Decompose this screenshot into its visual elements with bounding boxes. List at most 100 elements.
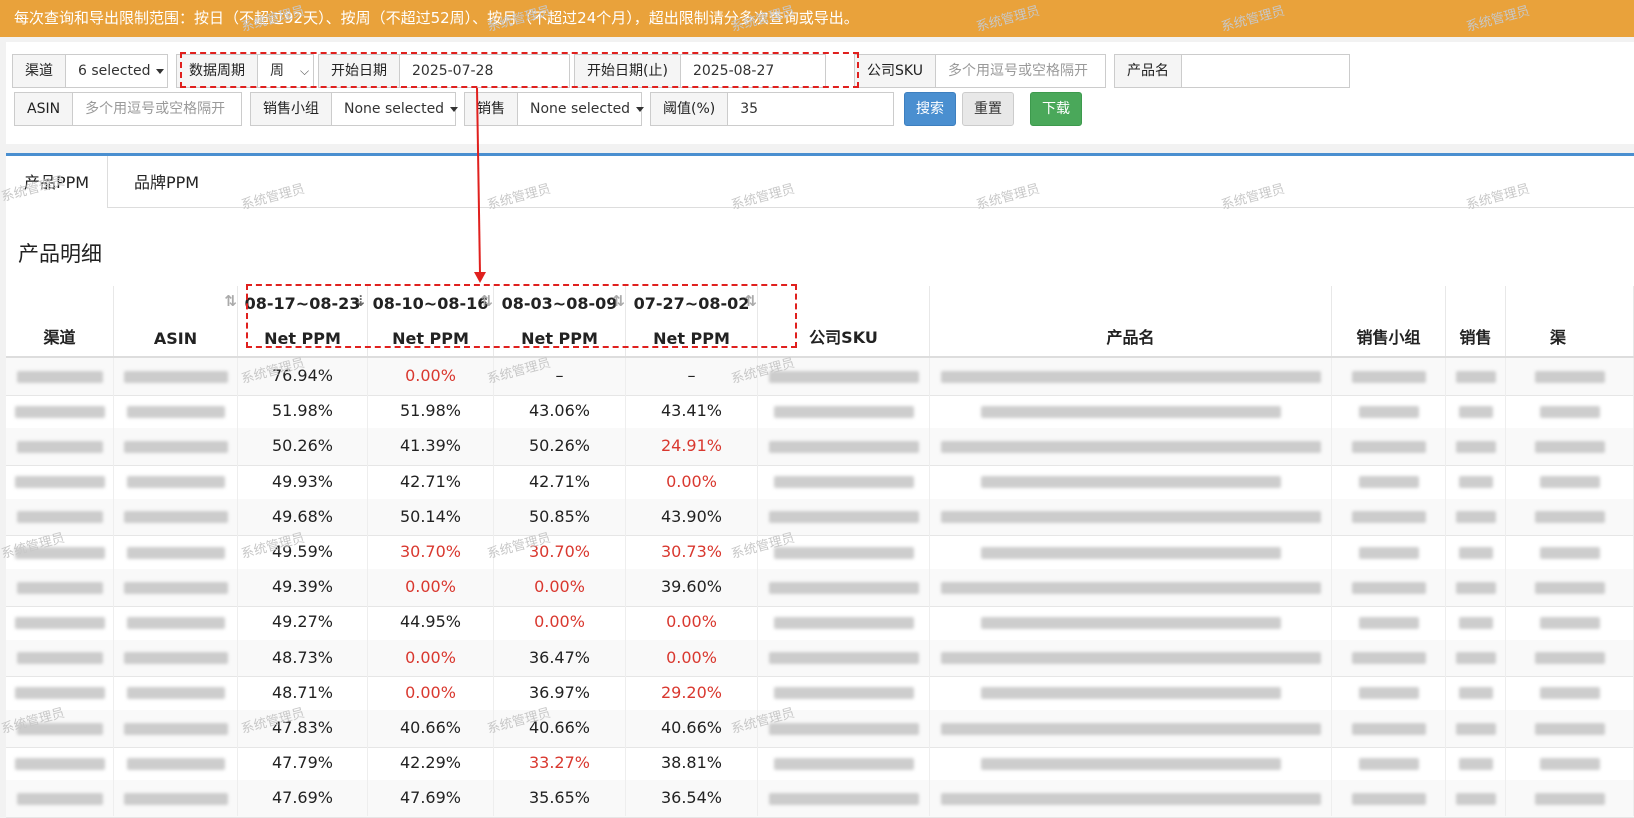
search-button[interactable]: 搜索 <box>904 92 956 126</box>
redacted-text <box>1539 476 1600 489</box>
header-sales[interactable]: 销售 <box>1446 286 1506 356</box>
redacted-cell <box>758 358 930 394</box>
caret-down-icon <box>156 68 165 74</box>
end-date-input[interactable]: 2025-08-27 <box>681 55 786 87</box>
table-row[interactable]: 49.59% 30.70% 30.70% 30.73% <box>6 534 1634 572</box>
reset-button[interactable]: 重置 <box>962 92 1014 126</box>
redacted-text <box>123 652 228 665</box>
table-row[interactable]: 48.73% 0.00% 36.47% 0.00% <box>6 639 1634 678</box>
table-row[interactable]: 49.93% 42.71% 42.71% 0.00% <box>6 463 1634 502</box>
redacted-text <box>1455 370 1496 383</box>
header-group[interactable]: 销售小组 <box>1332 286 1446 356</box>
net-ppm-cell: 40.66% <box>368 710 494 746</box>
redacted-cell <box>114 639 238 676</box>
week-2-range: 08-10~08-16 <box>372 294 489 313</box>
product-name-input[interactable] <box>1182 55 1206 87</box>
sort-icon[interactable]: ⇅ <box>744 292 757 310</box>
redacted-cell <box>1446 604 1506 641</box>
redacted-text <box>126 405 225 418</box>
header-week-1[interactable]: 08-17~08-23 Net PPM ⇣ <box>238 286 368 356</box>
net-ppm-cell: – <box>494 358 626 394</box>
redacted-text <box>940 722 1321 735</box>
table-row[interactable]: 50.26% 41.39% 50.26% 24.91% <box>6 428 1634 466</box>
table-row[interactable]: 49.39% 0.00% 0.00% 39.60% <box>6 569 1634 607</box>
redacted-cell <box>1446 710 1506 746</box>
sales-group-filter[interactable]: 销售小组 None selected <box>250 92 459 126</box>
end-date-filter[interactable]: 开始日期(止) 2025-08-27 <box>574 54 826 88</box>
net-ppm-cell: 42.71% <box>368 463 494 500</box>
table-row[interactable]: 49.27% 44.95% 0.00% 0.00% <box>6 604 1634 642</box>
redacted-cell <box>758 604 930 641</box>
sort-icon[interactable]: ⇅ <box>224 292 237 310</box>
header-week-2[interactable]: 08-10~08-16 Net PPM ⇅ <box>368 286 494 356</box>
redacted-text <box>768 370 919 383</box>
sort-icon[interactable]: ⇅ <box>612 292 625 310</box>
redacted-cell <box>1332 358 1446 394</box>
redacted-text <box>1458 476 1493 489</box>
table-row[interactable]: 47.79% 42.29% 33.27% 38.81% <box>6 745 1634 783</box>
header-channel[interactable]: 渠道 <box>6 286 114 356</box>
company-sku-filter[interactable]: 公司SKU 多个用逗号或空格隔开 <box>854 54 1106 88</box>
redacted-cell <box>1506 428 1634 465</box>
redacted-cell <box>114 569 238 606</box>
redacted-cell <box>6 674 114 711</box>
redacted-cell <box>1332 534 1446 570</box>
table-row[interactable]: 48.71% 0.00% 36.97% 29.20% <box>6 674 1634 713</box>
redacted-text <box>126 616 225 629</box>
sales-select[interactable]: None selected <box>518 93 656 125</box>
redacted-cell <box>758 780 930 817</box>
table-row[interactable]: 49.68% 50.14% 50.85% 43.90% <box>6 498 1634 537</box>
start-date-input[interactable]: 2025-07-28 <box>400 55 505 87</box>
sales-group-select[interactable]: None selected <box>332 93 470 125</box>
table-row[interactable]: 47.83% 40.66% 40.66% 40.66% <box>6 710 1634 748</box>
header-week-3[interactable]: 08-03~08-09 Net PPM ⇅ <box>494 286 626 356</box>
redacted-cell <box>1332 674 1446 711</box>
redacted-cell <box>114 393 238 430</box>
sales-filter[interactable]: 销售 None selected <box>464 92 645 126</box>
channel-filter[interactable]: 渠道 6 selected <box>12 54 168 88</box>
redacted-text <box>123 792 228 805</box>
limit-notice-banner: 每次查询和导出限制范围：按日（不超过92天）、按周（不超过52周）、按月（不超过… <box>0 0 1634 37</box>
table-row[interactable]: 51.98% 51.98% 43.06% 43.41% <box>6 393 1634 431</box>
table-row[interactable]: 47.69% 47.69% 35.65% 36.54% <box>6 780 1634 818</box>
download-button[interactable]: 下载 <box>1030 92 1082 126</box>
threshold-filter[interactable]: 阈值(%) 35 <box>650 92 894 126</box>
period-filter[interactable]: 数据周期 周 ⌵ <box>176 54 314 88</box>
redacted-text <box>773 405 914 418</box>
header-week-4[interactable]: 07-27~08-02 Net PPM ⇅ <box>626 286 758 356</box>
asin-input[interactable]: 多个用逗号或空格隔开 <box>73 93 237 125</box>
redacted-text <box>940 440 1321 453</box>
table-row[interactable]: 76.94% 0.00% – – <box>6 358 1634 396</box>
section-title: 产品明细 <box>18 242 102 266</box>
redacted-text <box>1351 722 1426 735</box>
sort-desc-icon[interactable]: ⇣ <box>354 292 367 310</box>
redacted-text <box>940 792 1321 805</box>
filter-panel: 渠道 6 selected 数据周期 周 ⌵ 开始日期 2025-07-28 开始… <box>6 42 1634 144</box>
net-ppm-cell: 36.47% <box>494 639 626 676</box>
header-product[interactable]: 产品名 <box>930 286 1332 356</box>
asin-filter[interactable]: ASIN 多个用逗号或空格隔开 <box>14 92 242 126</box>
sort-icon[interactable]: ⇅ <box>480 292 493 310</box>
header-asin[interactable]: ASIN ⇅ <box>114 286 238 356</box>
threshold-input[interactable]: 35 <box>728 93 770 125</box>
redacted-cell <box>114 604 238 641</box>
redacted-text <box>14 616 105 629</box>
product-name-filter[interactable]: 产品名 <box>1114 54 1350 88</box>
header-sku[interactable]: 公司SKU <box>758 286 930 356</box>
redacted-text <box>1458 546 1493 559</box>
redacted-cell <box>1332 393 1446 430</box>
period-select[interactable]: 周 ⌵ <box>258 55 313 87</box>
header-extra[interactable]: 渠 <box>1506 286 1634 356</box>
channel-select[interactable]: 6 selected <box>66 55 176 87</box>
net-ppm-cell: 33.27% <box>494 745 626 782</box>
tab-brand-ppm[interactable]: 品牌PPM <box>116 156 217 208</box>
tab-product-ppm[interactable]: 产品PPM <box>6 156 109 209</box>
net-ppm-cell: 0.00% <box>494 604 626 641</box>
redacted-text <box>980 757 1281 770</box>
start-date-filter[interactable]: 开始日期 2025-07-28 <box>318 54 570 88</box>
company-sku-input[interactable]: 多个用逗号或空格隔开 <box>936 55 1100 87</box>
redacted-cell <box>758 569 930 606</box>
redacted-cell <box>930 639 1332 676</box>
redacted-cell <box>1332 710 1446 746</box>
redacted-cell <box>1332 604 1446 641</box>
